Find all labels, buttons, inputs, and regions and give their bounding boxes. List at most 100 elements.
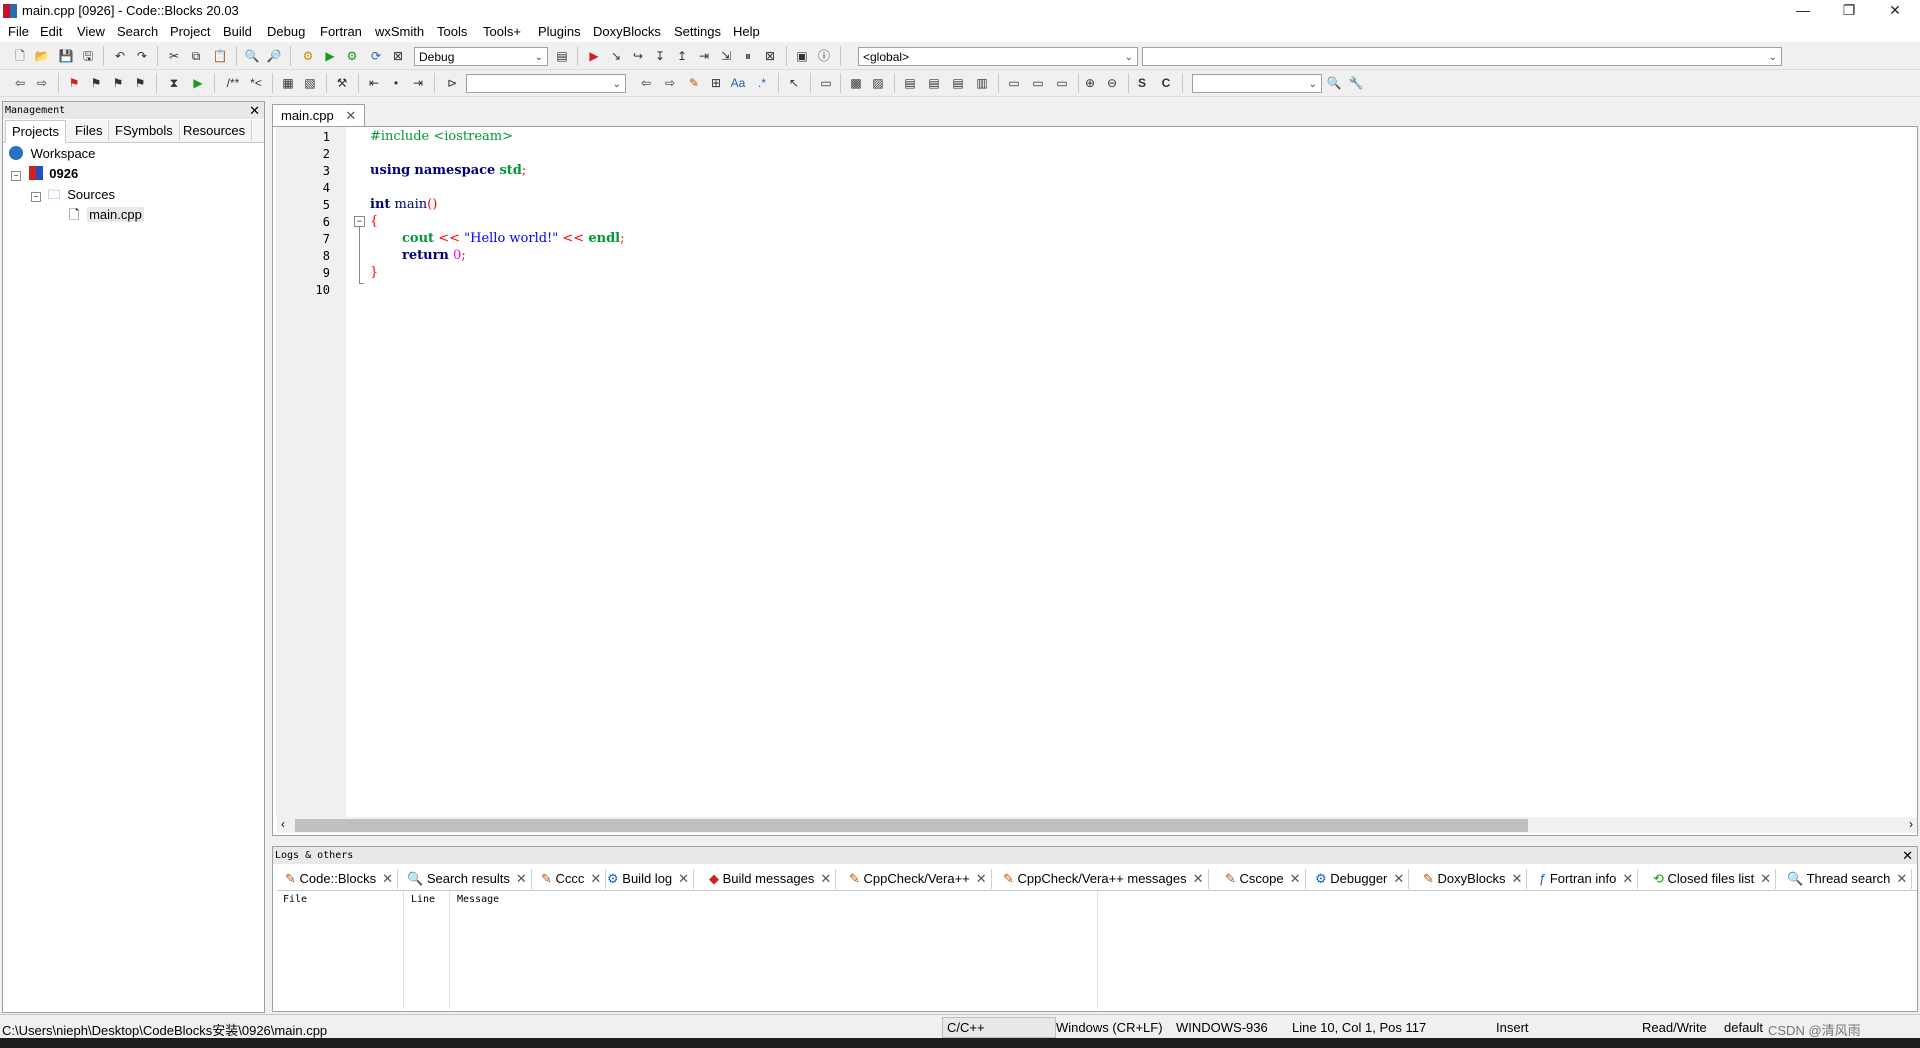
step-instruction-icon[interactable]: ⇲ (718, 48, 734, 64)
zoom-in-icon[interactable]: ⊕ (1082, 75, 1098, 91)
close-icon[interactable]: ✕ (249, 102, 260, 119)
debug-start-icon[interactable]: ▶ (586, 48, 602, 64)
close-icon[interactable]: ✕ (976, 871, 987, 886)
tab-closed-files[interactable]: ⟲ Closed files list ✕ (1649, 869, 1777, 889)
doxy-comment-icon[interactable]: /** (222, 75, 244, 91)
shape-2-icon[interactable]: ▭ (1030, 75, 1046, 91)
menu-help[interactable]: Help (733, 24, 760, 39)
undo-icon[interactable]: ↶ (112, 48, 128, 64)
tab-debugger[interactable]: ⚙ Debugger ✕ (1311, 869, 1410, 889)
tab-build-log[interactable]: ⚙ Build log ✕ (603, 869, 695, 889)
menu-debug[interactable]: Debug (267, 24, 305, 39)
doxy-extract-icon[interactable]: ▧ (302, 75, 318, 91)
menu-project[interactable]: Project (170, 24, 210, 39)
scope-select[interactable]: <global> ⌄ (858, 47, 1138, 66)
close-icon[interactable]: ✕ (1896, 871, 1907, 886)
close-icon[interactable]: ✕ (516, 871, 527, 886)
next-instruction-icon[interactable]: ⇥ (696, 48, 712, 64)
tree-folder-sources[interactable]: − 🗀 Sources (31, 186, 115, 208)
target-options-icon[interactable]: ▤ (554, 48, 570, 64)
menu-fortran[interactable]: Fortran (320, 24, 362, 39)
menu-search[interactable]: Search (117, 24, 158, 39)
close-icon[interactable]: ✕ (590, 871, 601, 886)
layout-2-icon[interactable]: ▤ (926, 75, 942, 91)
debug-windows-icon[interactable]: ▣ (794, 48, 810, 64)
build-target-select[interactable]: Debug ⌄ (414, 47, 548, 66)
tab-codeblocks-log[interactable]: ✎ Code::Blocks ✕ (281, 869, 399, 889)
close-icon[interactable]: ✕ (1290, 871, 1301, 886)
bookmark-clear-icon[interactable]: ⚑ (132, 75, 148, 91)
debug-info-icon[interactable]: ⓘ (816, 48, 832, 64)
maximize-button[interactable]: ❐ (1826, 0, 1872, 22)
new-file-icon[interactable]: 🗋 (12, 48, 28, 64)
code-area[interactable]: #include <iostream> using namespace std;… (370, 127, 1910, 817)
paste-icon[interactable]: 📋 (212, 48, 228, 64)
stop-debug-icon[interactable]: ⊠ (762, 48, 778, 64)
build-run-icon[interactable]: ⚙ (344, 48, 360, 64)
back-icon[interactable]: ⇦ (12, 75, 28, 91)
tab-cppcheck-messages[interactable]: ✎ CppCheck/Vera++ messages ✕ (999, 869, 1209, 889)
close-icon[interactable]: ✕ (1622, 871, 1633, 886)
tab-resources[interactable]: Resources (177, 120, 253, 141)
scroll-left-icon[interactable]: ‹ (281, 817, 285, 831)
copy-icon[interactable]: ⧉ (188, 48, 204, 64)
close-icon[interactable]: ✕ (1902, 847, 1913, 864)
replace-icon[interactable]: 🔎 (266, 48, 282, 64)
function-select[interactable]: ⌄ (1142, 47, 1782, 66)
tree-file-main-cpp[interactable]: 🗋 main.cpp (69, 206, 144, 228)
run-icon[interactable]: ▶ (322, 48, 338, 64)
menu-file[interactable]: File (8, 24, 29, 39)
close-icon[interactable]: ✕ (1760, 871, 1771, 886)
close-icon[interactable]: ✕ (678, 871, 689, 886)
jump-home-icon[interactable]: • (388, 75, 404, 91)
tab-cscope[interactable]: ✎ Cscope ✕ (1221, 869, 1306, 889)
tab-doxyblocks[interactable]: ✎ DoxyBlocks ✕ (1419, 869, 1528, 889)
jump-forward-icon[interactable]: ⇥ (410, 75, 426, 91)
panel-b-icon[interactable]: ▨ (870, 75, 886, 91)
rebuild-icon[interactable]: ⟳ (368, 48, 384, 64)
close-icon[interactable]: ✕ (345, 108, 356, 123)
rect-icon[interactable]: ▭ (818, 75, 834, 91)
selected-only-icon[interactable]: ⊞ (708, 75, 724, 91)
minimize-button[interactable]: — (1780, 0, 1826, 22)
column-message[interactable]: Message (457, 894, 499, 905)
tools-wrench-icon[interactable]: ⚒ (334, 75, 350, 91)
menu-edit[interactable]: Edit (40, 24, 62, 39)
menu-doxyblocks[interactable]: DoxyBlocks (593, 24, 661, 39)
shape-1-icon[interactable]: ▭ (1006, 75, 1022, 91)
doxy-line-icon[interactable]: *< (246, 75, 266, 91)
close-icon[interactable]: ✕ (1511, 871, 1522, 886)
run-to-cursor-icon[interactable]: ↘ (608, 48, 624, 64)
tree-project[interactable]: − 0926 (11, 166, 78, 181)
menu-build[interactable]: Build (223, 24, 252, 39)
tab-projects[interactable]: Projects (5, 120, 66, 143)
menu-plugins[interactable]: Plugins (538, 24, 581, 39)
symbol-c-icon[interactable]: C (1158, 75, 1174, 91)
doxywizard-icon[interactable]: ▦ (280, 75, 296, 91)
tab-thread-search[interactable]: 🔍 Thread search ✕ (1783, 869, 1913, 889)
thread-search-icon[interactable]: 🔍 (1326, 75, 1342, 91)
redo-icon[interactable]: ↷ (134, 48, 150, 64)
menu-settings[interactable]: Settings (674, 24, 721, 39)
highlight-icon[interactable]: ✎ (686, 75, 702, 91)
step-out-icon[interactable]: ↥ (674, 48, 690, 64)
tab-search-results[interactable]: 🔍 Search results ✕ (403, 869, 532, 889)
column-file[interactable]: File (283, 894, 307, 905)
forward-icon[interactable]: ⇨ (34, 75, 50, 91)
search2-combo[interactable]: ⌄ (1192, 74, 1322, 93)
menu-wxsmith[interactable]: wxSmith (375, 24, 424, 39)
find-prev-icon[interactable]: ⇦ (638, 75, 654, 91)
close-icon[interactable]: ✕ (1393, 871, 1404, 886)
fold-collapse-icon[interactable]: − (354, 216, 365, 227)
zoom-out-icon[interactable]: ⊖ (1104, 75, 1120, 91)
layout-4-icon[interactable]: ▥ (974, 75, 990, 91)
collapse-icon[interactable]: − (31, 192, 41, 202)
step-into-icon[interactable]: ↧ (652, 48, 668, 64)
layout-1-icon[interactable]: ▤ (902, 75, 918, 91)
shape-3-icon[interactable]: ▭ (1054, 75, 1070, 91)
open-icon[interactable]: 📂 (34, 48, 50, 64)
bookmark-next-icon[interactable]: ⚑ (110, 75, 126, 91)
build-icon[interactable]: ⚙ (300, 48, 316, 64)
close-button[interactable]: ✕ (1872, 0, 1918, 22)
search-combo[interactable]: ⌄ (466, 74, 626, 93)
